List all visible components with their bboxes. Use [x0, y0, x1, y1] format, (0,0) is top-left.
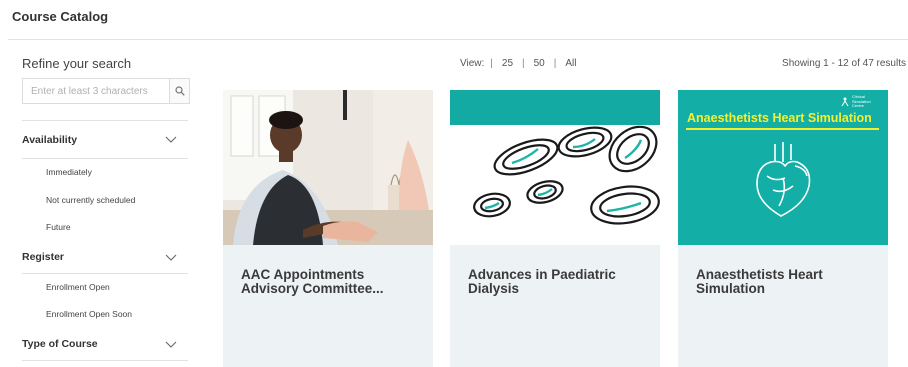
image-heading-underline: [686, 128, 879, 130]
page-title: Course Catalog: [12, 9, 109, 24]
title-divider: [8, 39, 908, 40]
facet-type-of-course-title: Type of Course: [22, 338, 98, 350]
facet-availability-toggle[interactable]: Availability: [22, 121, 188, 158]
heart-icon: [756, 142, 811, 217]
chevron-down-icon: [164, 252, 178, 262]
clinical-simulation-logo: Clinical Simulation Centre: [841, 94, 882, 109]
search-box: [22, 78, 190, 104]
results-count: Showing 1 - 12 of 47 results: [782, 58, 906, 69]
course-image-dialysis: [450, 90, 660, 245]
view-selector: View: | 25 | 50 | All: [460, 58, 585, 69]
facet-option-enrollment-open-soon[interactable]: Enrollment Open Soon: [22, 301, 190, 329]
course-title[interactable]: Advances in Paediatric Dialysis: [450, 245, 660, 296]
course-image-heart-simulation: Clinical Simulation Centre Anaesthetists…: [678, 90, 888, 245]
teal-band: [450, 90, 660, 125]
separator: |: [522, 58, 525, 69]
search-icon: [174, 86, 185, 96]
facet-type-of-course-toggle[interactable]: Type of Course: [22, 329, 188, 360]
refine-sidebar: Refine your search Availability Immediat…: [22, 56, 190, 361]
course-card-aac-appointments[interactable]: AAC Appointments Advisory Committee...: [223, 90, 433, 367]
facet-register-toggle[interactable]: Register: [22, 242, 188, 273]
view-option-25[interactable]: 25: [502, 58, 513, 69]
image-heading: Anaesthetists Heart Simulation: [687, 111, 872, 125]
facet-option-immediately[interactable]: Immediately: [22, 159, 190, 187]
refine-heading: Refine your search: [22, 56, 132, 71]
search-input[interactable]: [23, 79, 169, 103]
separator: |: [490, 58, 493, 69]
chevron-down-icon: [164, 135, 178, 145]
search-button[interactable]: [169, 79, 189, 103]
view-option-all[interactable]: All: [565, 58, 576, 69]
separator: |: [553, 58, 557, 69]
course-card-anaesthetists-heart[interactable]: Clinical Simulation Centre Anaesthetists…: [678, 90, 888, 367]
facet-option-enrollment-open[interactable]: Enrollment Open: [22, 274, 190, 302]
course-image-handshake: [223, 90, 433, 245]
facet-option-future[interactable]: Future: [22, 214, 190, 242]
course-title[interactable]: AAC Appointments Advisory Committee...: [223, 245, 433, 296]
course-title[interactable]: Anaesthetists Heart Simulation: [678, 245, 888, 296]
view-label: View:: [460, 58, 485, 69]
chevron-down-icon: [164, 339, 178, 349]
simulation-logo-icon: [841, 97, 849, 107]
view-option-50[interactable]: 50: [534, 58, 545, 69]
facet-availability-title: Availability: [22, 133, 78, 146]
facet-option-not-currently-scheduled[interactable]: Not currently scheduled: [22, 187, 190, 215]
facet-register-title: Register: [22, 251, 65, 263]
divider: [22, 359, 188, 361]
course-card-paediatric-dialysis[interactable]: Advances in Paediatric Dialysis: [450, 90, 660, 367]
